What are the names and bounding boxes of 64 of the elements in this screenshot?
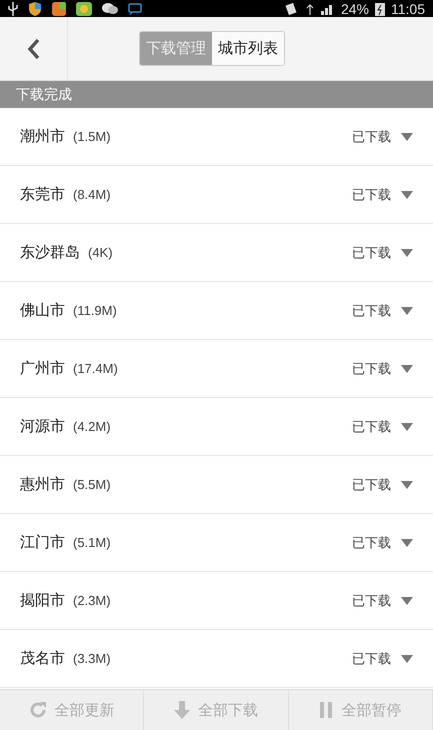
city-row[interactable]: 广州市 (17.4M) 已下载 [0, 340, 433, 398]
dropdown-icon[interactable] [401, 306, 413, 314]
file-size: (1.5M) [73, 129, 111, 144]
city-name: 佛山市 [20, 301, 65, 320]
city-name: 惠州市 [20, 475, 65, 494]
signal-icon [320, 2, 335, 14]
download-status: 已下载 [352, 476, 391, 494]
chat-icon [102, 2, 118, 14]
file-size: (4.2M) [73, 419, 111, 434]
back-icon [26, 38, 40, 60]
city-row[interactable]: 东莞市 (8.4M) 已下载 [0, 166, 433, 224]
download-status: 已下载 [352, 302, 391, 320]
dropdown-icon[interactable] [401, 190, 413, 198]
download-status: 已下载 [352, 244, 391, 262]
file-size: (3.3M) [73, 651, 111, 666]
city-row[interactable]: 江门市 (5.1M) 已下载 [0, 514, 433, 572]
file-size: (4K) [88, 245, 113, 260]
clock: 11:05 [391, 0, 425, 16]
file-size: (17.4M) [73, 361, 118, 376]
download-status: 已下载 [352, 592, 391, 610]
section-header: 下载完成 [0, 81, 433, 108]
battery-percent: 24% [340, 0, 369, 16]
message-icon [128, 2, 142, 14]
dropdown-icon[interactable] [401, 364, 413, 372]
pause-icon [319, 701, 334, 719]
city-name: 揭阳市 [20, 591, 65, 610]
dropdown-icon[interactable] [401, 480, 413, 488]
city-row[interactable]: 河源市 (4.2M) 已下载 [0, 398, 433, 456]
file-size: (5.1M) [73, 535, 111, 550]
city-row[interactable]: 东沙群岛 (4K) 已下载 [0, 224, 433, 282]
shield-icon [28, 2, 42, 16]
download-status: 已下载 [352, 360, 391, 378]
file-size: (11.9M) [73, 303, 117, 318]
dropdown-icon[interactable] [401, 538, 413, 546]
city-name: 潮州市 [20, 127, 65, 146]
dropdown-icon[interactable] [401, 596, 413, 604]
city-row[interactable]: 惠州市 (5.5M) 已下载 [0, 456, 433, 514]
download-icon [174, 701, 190, 719]
city-name: 河源市 [20, 417, 65, 436]
dropdown-icon[interactable] [401, 422, 413, 430]
city-name: 茂名市 [20, 649, 65, 668]
city-row[interactable]: 茂名市 (3.3M) 已下载 [0, 630, 433, 688]
dropdown-icon[interactable] [401, 654, 413, 662]
city-name: 广州市 [20, 359, 65, 378]
refresh-icon [28, 701, 47, 719]
city-name: 江门市 [20, 533, 65, 552]
file-size: (5.5M) [73, 477, 111, 492]
city-name: 东莞市 [20, 185, 65, 204]
dropdown-icon[interactable] [401, 248, 413, 256]
tab[interactable]: 城市列表 [212, 32, 284, 65]
download-status: 已下载 [352, 650, 391, 668]
file-size: (2.3M) [73, 593, 111, 608]
download-status: 已下载 [352, 534, 391, 552]
city-row[interactable]: 潮州市 (1.5M) 已下载 [0, 108, 433, 166]
download-status: 已下载 [352, 128, 391, 146]
city-row[interactable]: 佛山市 (11.9M) 已下载 [0, 282, 433, 340]
city-name: 东沙群岛 [20, 243, 80, 262]
app-icon [52, 2, 66, 16]
download-status: 已下载 [352, 186, 391, 204]
dropdown-icon[interactable] [401, 132, 413, 140]
file-size: (8.4M) [73, 187, 111, 202]
city-row[interactable]: 揭阳市 (2.3M) 已下载 [0, 572, 433, 630]
app-icon [76, 2, 92, 16]
download-status: 已下载 [352, 418, 391, 436]
